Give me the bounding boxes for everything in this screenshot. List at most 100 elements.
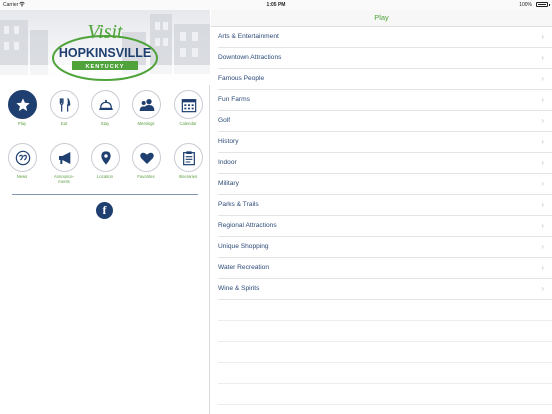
chevron-right-icon: › bbox=[541, 263, 544, 272]
stay-button[interactable] bbox=[90, 90, 120, 119]
menu-label-itineraries: Itineraries bbox=[178, 174, 198, 179]
list-item-label: Indoor bbox=[218, 159, 237, 166]
page-title: Play bbox=[374, 13, 389, 22]
chevron-right-icon: › bbox=[541, 242, 544, 251]
facebook-icon: f bbox=[102, 203, 107, 217]
list-item-label: Parks & Trails bbox=[218, 201, 259, 208]
menu-label-favorites: Favorites bbox=[137, 174, 155, 179]
announcements-button[interactable] bbox=[49, 143, 79, 172]
chevron-right-icon: › bbox=[541, 200, 544, 209]
meetings-button[interactable] bbox=[131, 90, 161, 119]
empty-row bbox=[218, 300, 552, 321]
calendar-button[interactable] bbox=[173, 90, 203, 119]
list-item-label: Water Recreation bbox=[218, 264, 270, 271]
list-item[interactable]: Military › bbox=[218, 174, 552, 195]
content-pane: Play Arts & Entertainment › Downtown Attra… bbox=[211, 10, 552, 414]
menu-favorites[interactable]: Favorites bbox=[127, 143, 165, 180]
visit-hopkinsville-logo: Visit HOPKINSVILLE KENTUCKY bbox=[52, 21, 158, 81]
menu-label-announcements: Announce-ments bbox=[53, 174, 75, 184]
menu-label-location: Location bbox=[97, 174, 113, 179]
play-button[interactable] bbox=[7, 90, 37, 119]
svg-text:KENTUCKY: KENTUCKY bbox=[85, 64, 124, 70]
battery-percent: 100% bbox=[519, 2, 532, 8]
chevron-right-icon: › bbox=[541, 158, 544, 167]
svg-text:HOPKINSVILLE: HOPKINSVILLE bbox=[59, 46, 151, 60]
favorites-button[interactable] bbox=[131, 143, 161, 172]
chevron-right-icon: › bbox=[541, 95, 544, 104]
menu-label-calendar: Calendar bbox=[179, 121, 197, 126]
location-button[interactable] bbox=[90, 143, 120, 172]
list-item[interactable]: Regional Attractions › bbox=[218, 216, 552, 237]
list-item-label: Golf bbox=[218, 117, 231, 124]
bell-icon bbox=[98, 99, 113, 110]
menu-label-eat: Eat bbox=[60, 121, 68, 126]
clock: 1:05 PM bbox=[266, 2, 286, 8]
list-item[interactable]: Water Recreation › bbox=[218, 258, 552, 279]
status-bar: Carrier 1:05 PM 100% bbox=[0, 0, 552, 10]
list-item-label: Military bbox=[218, 180, 239, 187]
menu-announcements[interactable]: Announce-ments bbox=[45, 143, 83, 184]
menu-stay[interactable]: Stay bbox=[86, 90, 124, 127]
list-item[interactable]: Unique Shopping › bbox=[218, 237, 552, 258]
category-list: Arts & Entertainment › Downtown Attraction… bbox=[211, 27, 552, 405]
menu-meetings[interactable]: Meetings bbox=[127, 90, 165, 127]
menu-play[interactable]: Play bbox=[3, 90, 41, 127]
empty-row bbox=[218, 384, 552, 405]
quote-icon bbox=[15, 150, 30, 166]
menu-location[interactable]: Location bbox=[86, 143, 124, 180]
navigation-bar: Play bbox=[211, 10, 552, 27]
itineraries-button[interactable] bbox=[173, 143, 203, 172]
list-item-label: Downtown Attractions bbox=[218, 54, 282, 61]
star-icon bbox=[15, 98, 30, 111]
eat-button[interactable] bbox=[49, 90, 79, 119]
empty-row bbox=[218, 342, 552, 363]
megaphone-icon bbox=[58, 152, 70, 164]
list-item[interactable]: Arts & Entertainment › bbox=[218, 27, 552, 48]
list-item-label: Regional Attractions bbox=[218, 222, 277, 229]
list-item[interactable]: Famous People › bbox=[218, 69, 552, 90]
chevron-right-icon: › bbox=[541, 53, 544, 62]
list-item-label: Famous People bbox=[218, 75, 265, 82]
chevron-right-icon: › bbox=[541, 74, 544, 83]
sidebar: Visit HOPKINSVILLE KENTUCKY Play Eat Sta… bbox=[0, 10, 210, 414]
menu-label-play: Play bbox=[17, 121, 27, 126]
menu-news[interactable]: News bbox=[3, 143, 41, 180]
list-item[interactable]: Indoor › bbox=[218, 153, 552, 174]
chevron-right-icon: › bbox=[541, 284, 544, 293]
menu-calendar[interactable]: Calendar bbox=[169, 90, 207, 127]
fork-knife-icon bbox=[59, 97, 70, 112]
list-item[interactable]: Parks & Trails › bbox=[218, 195, 552, 216]
chevron-right-icon: › bbox=[541, 221, 544, 230]
facebook-button[interactable]: f bbox=[96, 202, 113, 219]
clipboard-icon bbox=[182, 151, 195, 166]
empty-row bbox=[218, 321, 552, 342]
news-button[interactable] bbox=[7, 143, 37, 172]
list-item[interactable]: Downtown Attractions › bbox=[218, 48, 552, 69]
menu-label-news: News bbox=[16, 174, 28, 179]
menu-label-stay: Stay bbox=[100, 121, 110, 126]
list-item[interactable]: Wine & Spirits › bbox=[218, 279, 552, 300]
chevron-right-icon: › bbox=[541, 179, 544, 188]
menu-label-meetings: Meetings bbox=[137, 121, 155, 126]
calendar-icon bbox=[181, 99, 196, 113]
battery-icon bbox=[536, 2, 550, 7]
menu-eat[interactable]: Eat bbox=[45, 90, 83, 127]
people-icon bbox=[139, 99, 154, 111]
chevron-right-icon: › bbox=[541, 32, 544, 41]
list-item[interactable]: History › bbox=[218, 132, 552, 153]
map-pin-icon bbox=[100, 151, 111, 165]
menu-itineraries[interactable]: Itineraries bbox=[169, 143, 207, 180]
chevron-right-icon: › bbox=[541, 116, 544, 125]
heart-icon bbox=[139, 152, 154, 164]
list-item[interactable]: Golf › bbox=[218, 111, 552, 132]
empty-row bbox=[218, 363, 552, 384]
list-item[interactable]: Fun Farms › bbox=[218, 90, 552, 111]
chevron-right-icon: › bbox=[541, 137, 544, 146]
list-item-label: Arts & Entertainment bbox=[218, 33, 279, 40]
list-item-label: Wine & Spirits bbox=[218, 285, 260, 292]
list-item-label: Unique Shopping bbox=[218, 243, 269, 250]
list-item-label: History bbox=[218, 138, 239, 145]
sidebar-divider bbox=[12, 194, 198, 195]
list-item-label: Fun Farms bbox=[218, 96, 250, 103]
svg-text:Visit: Visit bbox=[87, 21, 123, 43]
